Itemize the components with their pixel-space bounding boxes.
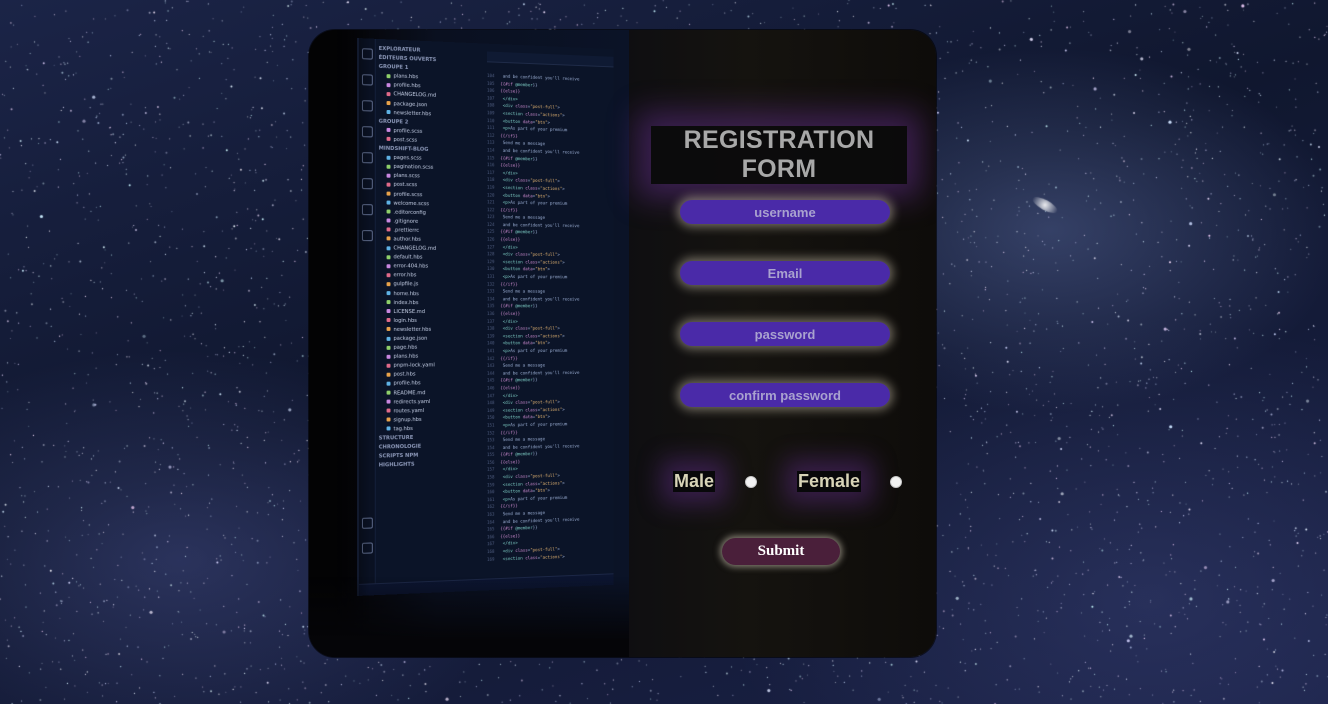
file-icon	[387, 237, 391, 241]
file-icon	[387, 155, 391, 159]
file-icon	[387, 83, 391, 87]
editor-screen: EXPLORATEUR ÉDITEURS OUVERTS GROUPE 1 plans…	[357, 38, 614, 596]
file-icon	[387, 110, 391, 114]
image-bottom-shadow	[309, 577, 629, 657]
female-radio[interactable]	[890, 476, 902, 488]
file-icon	[387, 74, 391, 78]
image-edge-shadow	[309, 30, 369, 657]
file-icon	[387, 246, 391, 250]
password-input[interactable]	[680, 322, 890, 346]
file-tree-item: HIGHLIGHTS	[379, 459, 483, 470]
email-input[interactable]	[680, 261, 890, 285]
editor-code: 104 and be confident you'll receive 105{{…	[487, 73, 614, 596]
file-icon	[387, 210, 391, 214]
file-icon	[387, 183, 391, 187]
file-tree-item: newsletter.hbs	[379, 326, 483, 335]
file-icon	[387, 264, 391, 268]
file-icon	[387, 373, 391, 377]
file-icon	[387, 382, 391, 386]
file-icon	[387, 409, 391, 413]
file-icon	[387, 173, 391, 177]
editor-file-tree: EXPLORATEUR ÉDITEURS OUVERTS GROUPE 1 plans…	[379, 45, 483, 596]
file-icon	[387, 164, 391, 168]
file-icon	[387, 92, 391, 96]
file-icon	[387, 318, 391, 322]
file-icon	[387, 101, 391, 105]
female-label: Female	[797, 471, 861, 492]
registration-form: REGISTRATION FORM Male Female Submit	[627, 30, 936, 657]
file-tree-item: gulpfile.js	[379, 281, 483, 291]
file-icon	[387, 391, 391, 395]
file-tree-item: login.hbs	[379, 317, 483, 326]
file-tree-item: index.hbs	[379, 299, 483, 308]
file-icon	[387, 228, 391, 232]
file-icon	[387, 255, 391, 259]
file-icon	[387, 345, 391, 349]
male-label: Male	[673, 471, 715, 492]
username-input[interactable]	[680, 200, 890, 224]
file-icon	[387, 137, 391, 141]
file-icon	[387, 327, 391, 331]
file-tree-item: LICENSE.md	[379, 308, 483, 317]
file-icon	[387, 364, 391, 368]
file-icon	[387, 128, 391, 132]
file-icon	[387, 354, 391, 358]
file-icon	[387, 282, 391, 286]
file-icon	[387, 336, 391, 340]
registration-card: EXPLORATEUR ÉDITEURS OUVERTS GROUPE 1 plans…	[309, 30, 936, 657]
file-icon	[387, 300, 391, 304]
code-editor-image: EXPLORATEUR ÉDITEURS OUVERTS GROUPE 1 plans…	[309, 30, 629, 657]
file-icon	[387, 309, 391, 313]
file-icon	[387, 273, 391, 277]
submit-button[interactable]: Submit	[722, 538, 840, 565]
file-icon	[387, 418, 391, 422]
file-tree-item: package.json	[379, 335, 483, 344]
file-icon	[387, 291, 391, 295]
editor-tabs	[487, 52, 614, 68]
male-radio[interactable]	[745, 476, 757, 488]
file-icon	[387, 192, 391, 196]
file-icon	[387, 201, 391, 205]
confirm-password-input[interactable]	[680, 383, 890, 407]
file-icon	[387, 400, 391, 404]
file-icon	[387, 427, 391, 431]
file-tree-item: home.hbs	[379, 290, 483, 299]
file-icon	[387, 219, 391, 223]
form-title: REGISTRATION FORM	[651, 126, 907, 184]
